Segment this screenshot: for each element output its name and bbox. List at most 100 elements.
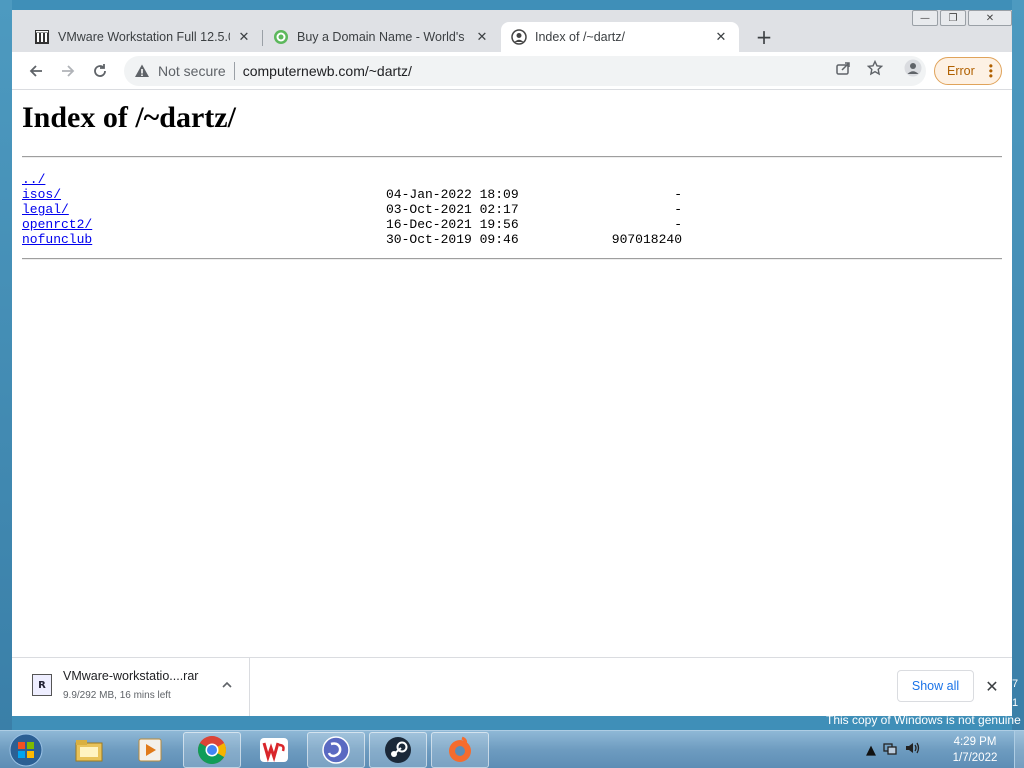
tab-title: Buy a Domain Name - World's Be — [297, 30, 468, 44]
list-item: nofunclub 30-Oct-2019 09:46 907018240 — [22, 232, 682, 247]
list-item: openrct2/ 16-Dec-2021 19:56 - — [22, 217, 682, 232]
profile-icon — [904, 59, 922, 77]
reload-icon — [94, 64, 106, 77]
profile-button[interactable] — [904, 59, 922, 77]
error-label: Error — [947, 64, 975, 78]
media-player-icon — [138, 738, 162, 762]
entry-size: - — [674, 217, 682, 232]
system-clock[interactable]: 4:29 PM 1/7/2022 — [940, 734, 1010, 766]
tab-index-dartz[interactable]: Index of /~dartz/ ✕ — [501, 22, 739, 52]
steam-icon — [385, 737, 411, 763]
entry-date: 16-Dec-2021 19:56 — [386, 217, 519, 232]
list-item: legal/ 03-Oct-2021 02:17 - — [22, 202, 682, 217]
user-badge-icon — [511, 29, 527, 45]
divider — [22, 156, 1002, 158]
close-download-shelf-button[interactable]: ✕ — [982, 676, 1002, 696]
list-item: isos/ 04-Jan-2022 18:09 - — [22, 187, 682, 202]
taskbar-wps-office[interactable] — [245, 732, 303, 768]
desktop-edge-text: 1 — [1012, 697, 1019, 709]
volume-icon[interactable] — [904, 740, 922, 760]
winrar-archive-icon: R — [32, 674, 52, 696]
chrome-icon — [198, 736, 226, 764]
taskbar-steam[interactable] — [369, 732, 427, 768]
close-icon: ✕ — [985, 676, 999, 696]
entry-size: - — [674, 187, 682, 202]
system-tray: ▲ — [866, 731, 922, 768]
entry-date: 03-Oct-2021 02:17 — [386, 202, 519, 217]
start-button[interactable] — [6, 731, 46, 768]
page-content: Index of /~dartz/ ../ isos/ 04-Jan-2022 … — [12, 90, 1012, 657]
url-text[interactable]: computernewb.com/~dartz/ — [243, 63, 412, 79]
arrow-left-icon — [29, 65, 42, 77]
kebab-menu-icon[interactable]: • • • — [989, 60, 993, 82]
wps-office-icon — [260, 738, 288, 763]
reload-button[interactable] — [88, 59, 112, 83]
desktop-background-right — [1012, 0, 1024, 730]
close-tab-icon[interactable]: ✕ — [713, 29, 729, 45]
back-button[interactable] — [24, 59, 48, 83]
star-icon — [867, 60, 883, 76]
download-status: 9.9/292 MB, 16 mins left — [63, 690, 171, 701]
page-title: Index of /~dartz/ — [22, 101, 236, 134]
entry-link[interactable]: openrct2/ — [22, 217, 92, 232]
warning-icon[interactable] — [134, 63, 150, 79]
taskbar-origin[interactable] — [431, 732, 489, 768]
download-item[interactable]: R VMware-workstatio....rar 9.9/292 MB, 1… — [12, 658, 250, 716]
windows-not-genuine-watermark: This copy of Windows is not genuine — [826, 713, 1021, 727]
clock-time: 4:29 PM — [953, 736, 997, 748]
target-icon — [273, 29, 289, 45]
entry-link[interactable]: nofunclub — [22, 232, 92, 247]
tab-domain[interactable]: Buy a Domain Name - World's Be ✕ — [263, 22, 500, 52]
taskbar-bittorrent[interactable] — [307, 732, 365, 768]
file-explorer-icon — [75, 740, 103, 762]
show-hidden-icons-button[interactable]: ▲ — [866, 743, 876, 758]
tab-title: Index of /~dartz/ — [535, 30, 625, 44]
chevron-up-icon — [222, 681, 232, 688]
download-shelf: R VMware-workstatio....rar 9.9/292 MB, 1… — [12, 657, 1012, 716]
close-tab-icon[interactable]: ✕ — [474, 29, 490, 45]
museum-icon — [34, 29, 50, 45]
list-item: ../ — [22, 172, 682, 187]
show-desktop-button[interactable] — [1014, 731, 1024, 768]
entry-date: 30-Oct-2019 09:46 — [386, 232, 519, 247]
taskbar-chrome[interactable] — [183, 732, 241, 768]
tab-title: VMware Workstation Full 12.5.0 c — [58, 30, 230, 44]
tab-strip: VMware Workstation Full 12.5.0 c ✕ Buy a… — [12, 18, 1012, 52]
download-filename: VMware-workstatio....rar — [63, 669, 199, 683]
entry-size: - — [674, 202, 682, 217]
divider — [22, 258, 1002, 260]
plus-icon: + — [755, 25, 773, 49]
close-tab-icon[interactable]: ✕ — [236, 29, 252, 45]
address-bar[interactable]: Not secure computernewb.com/~dartz/ — [124, 56, 926, 86]
entry-link[interactable]: isos/ — [22, 187, 61, 202]
taskbar-file-explorer[interactable] — [60, 732, 118, 768]
address-separator — [233, 62, 235, 80]
entry-link[interactable]: legal/ — [22, 202, 69, 217]
arrow-right-icon — [62, 65, 75, 77]
security-label: Not secure — [158, 63, 226, 79]
download-menu-button[interactable] — [218, 676, 236, 694]
share-icon — [836, 62, 850, 75]
show-all-button[interactable]: Show all — [897, 670, 974, 702]
tab-vmware[interactable]: VMware Workstation Full 12.5.0 c ✕ — [24, 22, 262, 52]
bittorrent-icon — [322, 736, 350, 764]
browser-window: — ❐ ✕ VMware Workstation Full 12.5.0 c ✕… — [12, 10, 1012, 716]
parent-directory-link[interactable]: ../ — [22, 172, 45, 187]
forward-button[interactable] — [56, 59, 80, 83]
clock-date: 1/7/2022 — [952, 752, 998, 764]
entry-size: 907018240 — [611, 232, 682, 247]
error-button[interactable]: Error • • • — [934, 57, 1002, 85]
network-icon[interactable] — [882, 740, 898, 760]
new-tab-button[interactable]: + — [752, 25, 776, 49]
bookmark-button[interactable] — [866, 59, 884, 77]
origin-icon — [449, 736, 471, 762]
desktop-edge-text: 7 — [1012, 678, 1019, 690]
taskbar: ▲ 4:29 PM 1/7/2022 — [0, 730, 1024, 768]
share-button[interactable] — [834, 59, 852, 77]
directory-listing: ../ isos/ 04-Jan-2022 18:09 - legal/ 03-… — [22, 172, 682, 247]
taskbar-media-player[interactable] — [121, 732, 179, 768]
desktop-background-left — [0, 0, 12, 730]
browser-toolbar: Not secure computernewb.com/~dartz/ Erro… — [12, 52, 1012, 90]
entry-date: 04-Jan-2022 18:09 — [386, 187, 519, 202]
windows-start-icon — [9, 733, 43, 767]
